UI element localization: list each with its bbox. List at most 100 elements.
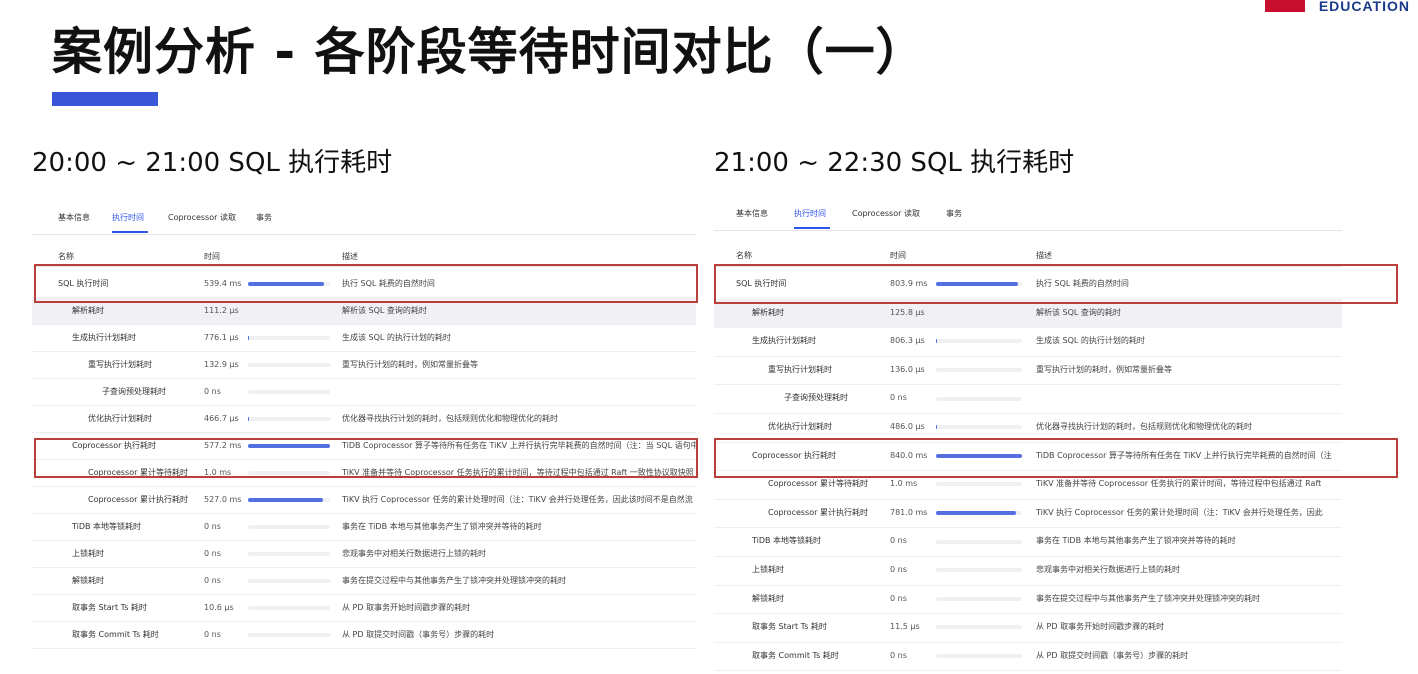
row-name: 取事务 Start Ts 耗时	[72, 603, 147, 612]
table-row[interactable]: TiDB 本地等锁耗时 0 ns 事务在 TiDB 本地与其他事务产生了锁冲突并等待…	[32, 513, 696, 541]
row-description: 生成该 SQL 的执行计划的耗时	[1036, 336, 1145, 346]
row-description: 事务在提交过程中与其他事务产生了锁冲突并处理锁冲突的耗时	[1036, 593, 1260, 603]
tab-transaction[interactable]: 事务	[256, 212, 272, 223]
active-tab-indicator	[794, 227, 830, 229]
duration-bar-track	[248, 389, 330, 394]
row-time: 11.5 µs	[890, 622, 920, 632]
tab-execution-time[interactable]: 执行时间	[794, 208, 826, 219]
row-time: 132.9 µs	[204, 360, 239, 369]
row-name: 取事务 Commit Ts 耗时	[752, 650, 839, 660]
table-row[interactable]: TiDB 本地等锁耗时 0 ns 事务在 TiDB 本地与其他事务产生了锁冲突并等待…	[714, 527, 1342, 557]
duration-bar-track	[936, 339, 1022, 344]
table-row[interactable]: 解锁耗时 0 ns 事务在提交过程中与其他事务产生了锁冲突并处理锁冲突的耗时	[714, 585, 1342, 615]
row-time: 0 ns	[204, 630, 221, 639]
tab-execution-time[interactable]: 执行时间	[112, 212, 144, 223]
row-description: 从 PD 取事务开始时间戳步骤的耗时	[1036, 622, 1165, 632]
row-name: 生成执行计划耗时	[72, 333, 136, 342]
duration-bar-track	[936, 482, 1022, 487]
duration-bar-track	[936, 425, 1022, 430]
table-row[interactable]: 取事务 Commit Ts 耗时 0 ns 从 PD 取提交时间戳（事务号）步骤的耗…	[32, 621, 696, 649]
brand-text: EDUCATION	[1318, 0, 1410, 14]
duration-bar-track	[248, 578, 330, 583]
duration-bar-fill	[936, 511, 1016, 516]
row-time: 806.3 µs	[890, 336, 925, 346]
row-time: 136.0 µs	[890, 364, 925, 374]
duration-bar-track	[936, 511, 1022, 516]
duration-bar-track	[248, 497, 330, 502]
row-name: 子查询预处理耗时	[784, 393, 848, 403]
row-name: 优化执行计划耗时	[88, 414, 152, 423]
table-row[interactable]: 生成执行计划耗时 776.1 µs 生成该 SQL 的执行计划的耗时	[32, 324, 696, 352]
row-description: 生成该 SQL 的执行计划的耗时	[342, 333, 451, 342]
row-name: 重写执行计划耗时	[88, 360, 152, 369]
row-description: 事务在 TiDB 本地与其他事务产生了锁冲突并等待的耗时	[1036, 536, 1236, 546]
row-time: 781.0 ms	[890, 507, 928, 517]
duration-bar-track	[936, 654, 1022, 659]
active-tab-indicator	[112, 231, 148, 233]
table-row[interactable]: Coprocessor 累计执行耗时 527.0 ms TiKV 执行 Coproc…	[32, 486, 696, 514]
row-description: 悲观事务中对相关行数据进行上锁的耗时	[1036, 565, 1180, 574]
table-row[interactable]: 子查询预处理耗时 0 ns	[32, 378, 696, 406]
table-row[interactable]: 取事务 Start Ts 耗时 11.5 µs 从 PD 取事务开始时间戳步骤的耗时	[714, 613, 1342, 643]
tab-basic-info[interactable]: 基本信息	[736, 208, 768, 219]
duration-bar-track	[936, 368, 1022, 373]
left-sql-time-highlight	[34, 264, 698, 303]
duration-bar-track	[936, 568, 1022, 573]
column-header-time: 时间	[890, 251, 906, 260]
row-name: 上锁耗时	[72, 549, 104, 558]
duration-bar-fill	[248, 335, 249, 340]
tab-basic-info[interactable]: 基本信息	[58, 212, 90, 223]
table-row[interactable]: 解锁耗时 0 ns 事务在提交过程中与其他事务产生了锁冲突并处理锁冲突的耗时	[32, 567, 696, 595]
column-header-description: 描述	[342, 252, 358, 261]
brand-logo: EDUCATION	[1264, 0, 1418, 14]
duration-bar-track	[936, 625, 1022, 630]
row-description: 从 PD 取事务开始时间戳步骤的耗时	[342, 603, 471, 612]
table-row[interactable]: 取事务 Start Ts 耗时 10.6 µs 从 PD 取事务开始时间戳步骤的耗时	[32, 594, 696, 622]
table-row[interactable]: 优化执行计划耗时 466.7 µs 优化器寻找执行计划的耗时，包括规则优化和物理优化…	[32, 405, 696, 433]
right-section-heading: 21:00 ~ 22:30 SQL 执行耗时	[714, 148, 1075, 178]
left-section-heading: 20:00 ~ 21:00 SQL 执行耗时	[32, 148, 393, 178]
table-row[interactable]: 取事务 Commit Ts 耗时 0 ns 从 PD 取提交时间戳（事务号）步骤的耗…	[714, 642, 1342, 672]
tab-coprocessor-read[interactable]: Coprocessor 读取	[852, 208, 920, 219]
row-description: 事务在 TiDB 本地与其他事务产生了锁冲突并等待的耗时	[342, 522, 542, 531]
right-coprocessor-time-highlight	[714, 438, 1398, 478]
row-description	[1036, 384, 1342, 411]
table-row[interactable]: 重写执行计划耗时 132.9 µs 重写执行计划的耗时，例如常量折叠等	[32, 351, 696, 379]
column-header-name: 名称	[736, 251, 752, 260]
slide-title: 案例分析 - 各阶段等待时间对比（一）	[52, 23, 927, 81]
row-description: 优化器寻找执行计划的耗时，包括规则优化和物理优化的耗时	[1036, 422, 1252, 431]
table-row[interactable]: Coprocessor 累计执行耗时 781.0 ms TiKV 执行 Coproc…	[714, 499, 1342, 529]
duration-bar-fill	[936, 425, 937, 430]
duration-bar-track	[248, 362, 330, 367]
right-sql-time-highlight	[714, 264, 1398, 304]
row-name: 优化执行计划耗时	[768, 422, 832, 431]
duration-bar-track	[248, 524, 330, 529]
row-description: 悲观事务中对相关行数据进行上锁的耗时	[342, 549, 486, 558]
row-description: TiKV 执行 Coprocessor 任务的累计处理时间（注：TiKV 会并行…	[342, 495, 693, 504]
row-name: TiDB 本地等锁耗时	[752, 536, 822, 546]
row-name: 上锁耗时	[752, 565, 784, 574]
brand-mark-icon	[1264, 0, 1305, 12]
row-description: TiKV 执行 Coprocessor 任务的累计处理时间（注：TiKV 会并行…	[1036, 507, 1323, 517]
row-name: Coprocessor 累计执行耗时	[88, 495, 188, 504]
row-name: 解锁耗时	[752, 593, 784, 603]
row-time: 486.0 µs	[890, 422, 925, 431]
row-time: 0 ns	[204, 522, 221, 531]
tab-transaction[interactable]: 事务	[946, 208, 962, 219]
table-row[interactable]: 子查询预处理耗时 0 ns	[714, 384, 1342, 414]
duration-bar-track	[248, 632, 330, 637]
duration-bar-track	[248, 605, 330, 610]
row-time: 0 ns	[890, 536, 907, 546]
tab-coprocessor-read[interactable]: Coprocessor 读取	[168, 212, 236, 223]
duration-bar-track	[248, 551, 330, 556]
row-name: Coprocessor 累计执行耗时	[768, 507, 868, 517]
column-header-name: 名称	[58, 252, 74, 261]
row-time: 0 ns	[890, 593, 907, 603]
table-row[interactable]: 上锁耗时 0 ns 悲观事务中对相关行数据进行上锁的耗时	[32, 540, 696, 568]
row-time: 0 ns	[890, 565, 907, 574]
row-description: 从 PD 取提交时间戳（事务号）步骤的耗时	[342, 630, 495, 639]
table-row[interactable]: 上锁耗时 0 ns 悲观事务中对相关行数据进行上锁的耗时	[714, 556, 1342, 586]
left-tab-bar: 基本信息 执行时间 Coprocessor 读取 事务	[32, 204, 696, 235]
table-row[interactable]: 生成执行计划耗时 806.3 µs 生成该 SQL 的执行计划的耗时	[714, 327, 1342, 357]
table-row[interactable]: 重写执行计划耗时 136.0 µs 重写执行计划的耗时，例如常量折叠等	[714, 356, 1342, 386]
